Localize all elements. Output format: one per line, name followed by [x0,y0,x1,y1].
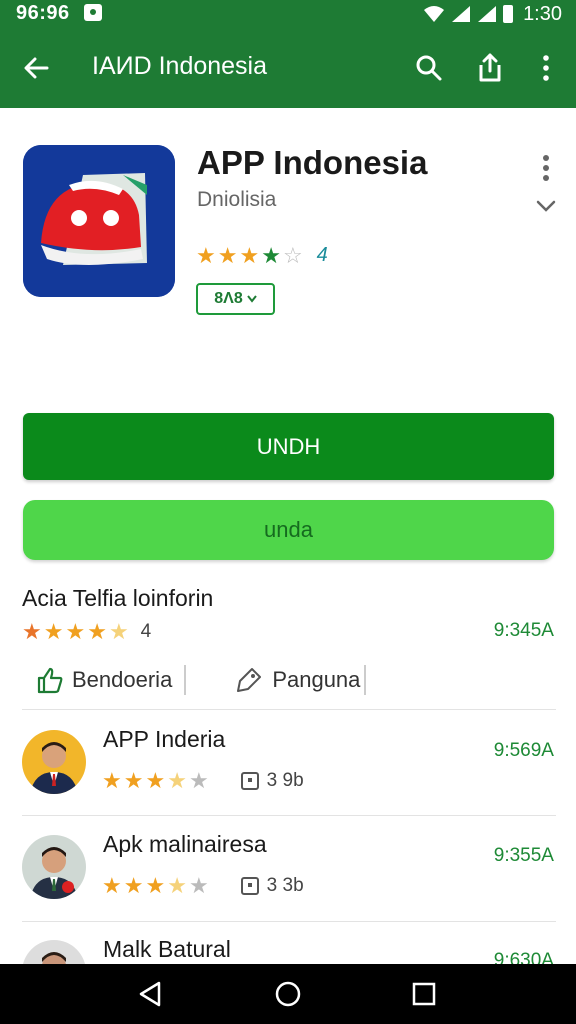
thumbs-up-icon [37,667,63,694]
file-size-icon [240,877,259,895]
status-time: 96:96 [16,2,70,24]
action-row: Bendoeria Panguna [36,660,367,700]
square-recents-icon [412,982,436,1006]
avatar [22,835,86,899]
star-empty-icon: ★ [188,873,209,898]
circle-home-icon [275,981,301,1007]
list-item[interactable]: Apk malinairesa ★ ★ ★ ★ ★ 3 3b 9:355A [0,817,576,921]
item-size: 3 9b [266,770,304,791]
item-size: 3 3b [266,875,304,896]
more-vert-icon [543,55,549,81]
star-icon: ★ [145,768,166,793]
app-bar: IAИD Indonesia [0,40,576,96]
status-bar: 96:96 1:30 [0,0,576,30]
avatar [22,940,86,964]
list-item[interactable]: Malk Batural 9:630A [0,922,576,964]
star-icon: ★ [261,242,281,268]
battery-icon [503,5,514,23]
system-nav-bar [0,964,576,1024]
star-icon: ★ [65,619,86,644]
back-button[interactable] [14,46,58,90]
item-title: APP Inderia [103,726,226,752]
divider [364,665,367,695]
star-empty-icon: ★ [188,768,209,793]
divider [184,665,187,695]
share-icon [479,53,501,82]
star-icon: ★ [123,873,144,898]
star-half-icon: ★ [167,768,187,793]
item-title: Apk malinairesa [103,831,267,857]
star-icon: ★ [217,242,238,268]
star-icon: ★ [102,873,122,898]
nav-back-button[interactable] [128,974,172,1014]
nav-recents-button[interactable] [402,974,446,1014]
divider [22,815,556,816]
section-rating-value: 4 [140,621,152,642]
star-icon: ★ [102,768,122,793]
version-label: 8Λ8 [214,290,243,307]
comment-label: Panguna [272,667,361,692]
section-rating: ★ ★ ★ ★ ★ 4 [22,621,151,643]
status-clock: 1:30 [523,2,562,25]
secondary-button[interactable]: unda [23,500,554,560]
developer-name: Dniolisia [197,188,277,211]
star-icon: ★ [145,873,166,898]
app-icon [23,145,175,297]
comment-action[interactable]: Panguna [234,665,360,695]
avatar [22,730,86,794]
star-icon: ★ [239,242,260,268]
version-chip[interactable]: 8Λ8 [196,283,275,315]
section-title: Acia Telfia loinforin [22,585,214,611]
tag-icon [237,668,262,692]
rating-value: 4 [316,244,328,266]
arrow-left-icon [24,57,49,79]
divider [22,709,556,710]
triangle-back-icon [139,981,161,1007]
app-options-button[interactable] [530,152,562,184]
app-bar-title: IAИD Indonesia [92,52,268,80]
overflow-menu-button[interactable] [524,46,568,90]
install-button[interactable]: UNDH [23,413,554,480]
section-time: 9:345A [493,620,554,641]
chevron-down-icon [536,200,556,212]
more-vert-icon [543,155,549,181]
status-icons: 1:30 [423,2,562,26]
item-time: 9:355A [493,845,554,866]
like-label: Bendoeria [72,667,173,692]
expand-button[interactable] [530,190,562,222]
signal-icon [452,6,471,22]
wifi-icon [424,6,445,22]
item-meta: ★ ★ ★ ★ ★ 3 9b [102,770,304,792]
star-icon: ★ [196,242,216,268]
star-icon: ★ [43,619,64,644]
notification-icon [84,4,102,21]
star-icon: ★ [22,619,42,644]
file-size-icon [240,772,259,790]
search-button[interactable] [407,46,451,90]
nav-home-button[interactable] [266,974,310,1014]
star-half-icon: ☆ [282,242,303,268]
app-rating: ★ ★ ★ ★ ☆ 4 [196,244,328,267]
item-time: 9:569A [493,740,554,761]
share-button[interactable] [468,46,512,90]
top-app-bar: 96:96 1:30 IAИD Indonesia [0,0,576,108]
search-icon [416,55,442,81]
caret-down-icon [246,295,257,303]
item-meta: ★ ★ ★ ★ ★ 3 3b [102,875,304,897]
app-header: APP Indonesia Dniolisia ★ ★ ★ ★ ☆ 4 8Λ8 [0,108,576,408]
star-icon: ★ [123,768,144,793]
star-half-icon: ★ [108,619,129,644]
item-title: Malk Batural [103,936,231,962]
signal-icon-2 [478,6,497,22]
app-logo-icon [23,145,175,297]
list-item[interactable]: APP Inderia ★ ★ ★ ★ ★ 3 9b 9:569A [0,712,576,816]
like-action[interactable]: Bendoeria [36,666,172,694]
app-name: APP Indonesia [197,144,428,181]
star-icon: ★ [87,619,107,644]
star-half-icon: ★ [167,873,187,898]
item-time: 9:630A [493,950,554,964]
